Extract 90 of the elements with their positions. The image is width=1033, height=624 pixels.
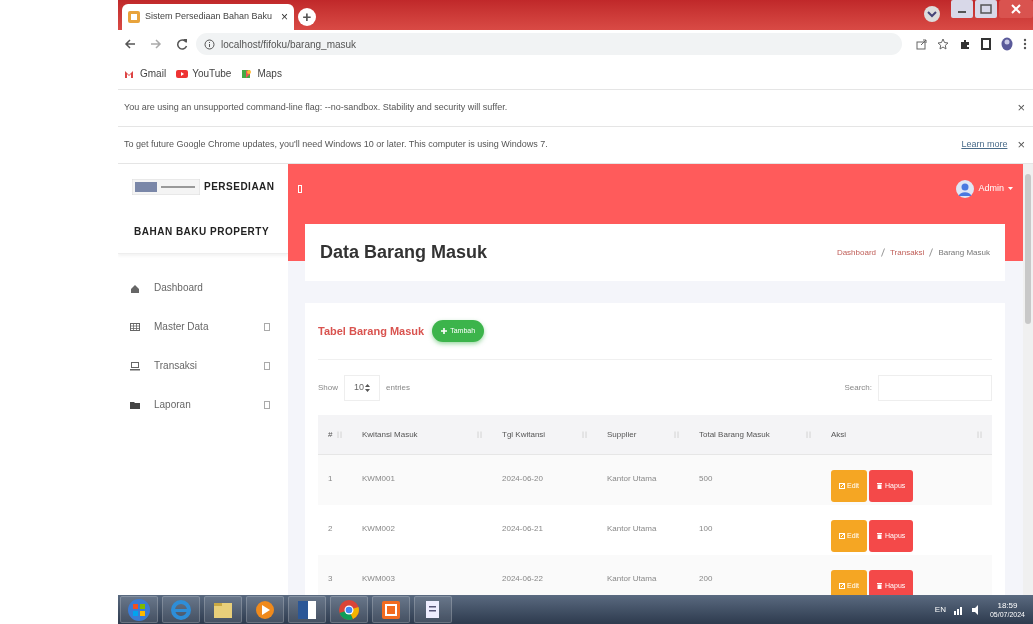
bookmark-link[interactable]: YouTube	[192, 66, 232, 81]
reload-icon[interactable]	[176, 38, 188, 50]
trash-icon	[877, 533, 883, 539]
info-icon	[204, 38, 215, 50]
close-icon[interactable]	[999, 0, 1033, 18]
table-cell: 1	[328, 474, 333, 483]
table-icon	[130, 321, 140, 332]
tab-title: Sistem Persediaan Bahan Baku	[145, 10, 274, 24]
search-label: Search:	[844, 381, 872, 394]
breadcrumb-link[interactable]: Dashboard	[836, 246, 876, 259]
entries-label: entries	[386, 381, 411, 394]
table-cell: 500	[699, 474, 713, 483]
more-icon[interactable]	[1023, 38, 1027, 50]
table-cell: Kantor Utama	[607, 474, 657, 483]
maximize-icon[interactable]	[975, 0, 997, 18]
share-icon[interactable]	[916, 38, 927, 50]
tab-close-button[interactable]: ×	[281, 8, 288, 26]
avatar-icon[interactable]	[956, 180, 975, 198]
learn-more-link[interactable]: Learn more	[961, 138, 1008, 152]
logo-icon	[132, 178, 200, 195]
play-icon	[176, 68, 189, 79]
table-cell: Kantor Utama	[607, 574, 657, 583]
table-cell: 2	[328, 524, 333, 533]
sidebar-item[interactable]: Master Data	[118, 307, 288, 346]
breadcrumb-separator-icon	[929, 248, 934, 257]
column-header[interactable]: Aksi	[831, 428, 977, 441]
start-button-icon[interactable]	[127, 597, 151, 622]
url-text: localhost/fifoku/barang_masuk	[221, 37, 357, 52]
edit-icon	[839, 533, 845, 539]
menu-toggle-icon[interactable]	[298, 185, 302, 193]
laptop-icon	[130, 360, 140, 371]
address-bar[interactable]: localhost/fifoku/barang_masuk	[196, 33, 902, 55]
map-icon	[241, 68, 254, 79]
table-cell: 2024-06-20	[502, 474, 543, 483]
table-cell: KWM003	[362, 574, 395, 583]
extensions-icon[interactable]	[959, 38, 971, 50]
caret-icon[interactable]	[1008, 187, 1013, 191]
column-header[interactable]: #	[328, 428, 337, 441]
column-header[interactable]: Supplier	[607, 428, 674, 441]
browser-tab[interactable]: Sistem Persediaan Bahan Baku ×	[122, 4, 294, 30]
table-cell: KWM001	[362, 474, 395, 483]
info-message: You are using an unsupported command-line flag: --no-sandbox. Stability and security will suffer.	[124, 101, 509, 115]
minimize-icon[interactable]	[951, 0, 973, 18]
column-header[interactable]: Tgl Kwitansi	[502, 428, 582, 441]
chrome-icon[interactable]	[337, 597, 361, 622]
column-header[interactable]: Total Barang Masuk	[699, 428, 806, 441]
breadcrumb-separator-icon	[881, 248, 885, 257]
page-title: Data Barang Masuk	[320, 241, 489, 264]
info-message: To get future Google Chrome updates, you'll need Windows 10 or later. This computer is using Windows 7.	[124, 138, 549, 152]
gmail-icon	[124, 68, 136, 79]
table-cell: 2024-06-22	[502, 574, 543, 583]
page-size-select[interactable]: 10	[344, 374, 380, 401]
folder-icon	[130, 399, 140, 410]
edit-icon	[839, 483, 845, 489]
show-label: Show	[318, 381, 338, 394]
bookmark-link[interactable]: Maps	[257, 66, 282, 81]
profile-icon[interactable]	[1001, 37, 1013, 51]
table-cell: 2024-06-21	[502, 524, 543, 533]
spinner-arrows-icon	[365, 383, 370, 392]
favicon-icon	[128, 11, 140, 23]
plus-icon	[441, 328, 448, 334]
table-cell: 100	[699, 524, 713, 533]
brand-title: PERSEDIAAN	[204, 180, 275, 194]
card-title: Tabel Barang Masuk	[318, 323, 425, 339]
network-icon[interactable]	[953, 604, 964, 615]
sidebar-item[interactable]: Laporan	[118, 385, 288, 424]
language-indicator[interactable]: EN	[934, 603, 946, 616]
home-icon	[130, 282, 140, 293]
column-header[interactable]: Kwitansi Masuk	[362, 428, 477, 441]
table-cell: 200	[699, 574, 713, 583]
sidebar-item[interactable]: Transaksi	[118, 346, 288, 385]
table-cell: 3	[328, 574, 333, 583]
sidebar-item[interactable]: Dashboard	[118, 268, 288, 307]
brand-subtitle: BAHAN BAKU PROPERTY	[134, 224, 270, 239]
back-icon[interactable]	[124, 38, 136, 50]
star-icon[interactable]	[937, 38, 949, 50]
trash-icon	[877, 583, 883, 589]
table-cell: Kantor Utama	[607, 524, 657, 533]
edit-icon	[839, 583, 845, 589]
clock-time: 18:59	[997, 600, 1018, 610]
trash-icon	[877, 483, 883, 489]
scrollbar[interactable]	[1023, 164, 1033, 595]
dropdown-icon[interactable]	[923, 5, 941, 23]
table-cell: KWM002	[362, 524, 395, 533]
bookmark-link[interactable]: Gmail	[140, 66, 167, 81]
breadcrumb-link[interactable]: Transaksi	[890, 246, 925, 259]
close-button[interactable]: ×	[1017, 98, 1025, 118]
new-tab-button[interactable]: +	[298, 8, 316, 26]
close-button[interactable]: ×	[1017, 135, 1025, 155]
sidepanel-icon[interactable]	[981, 38, 991, 50]
